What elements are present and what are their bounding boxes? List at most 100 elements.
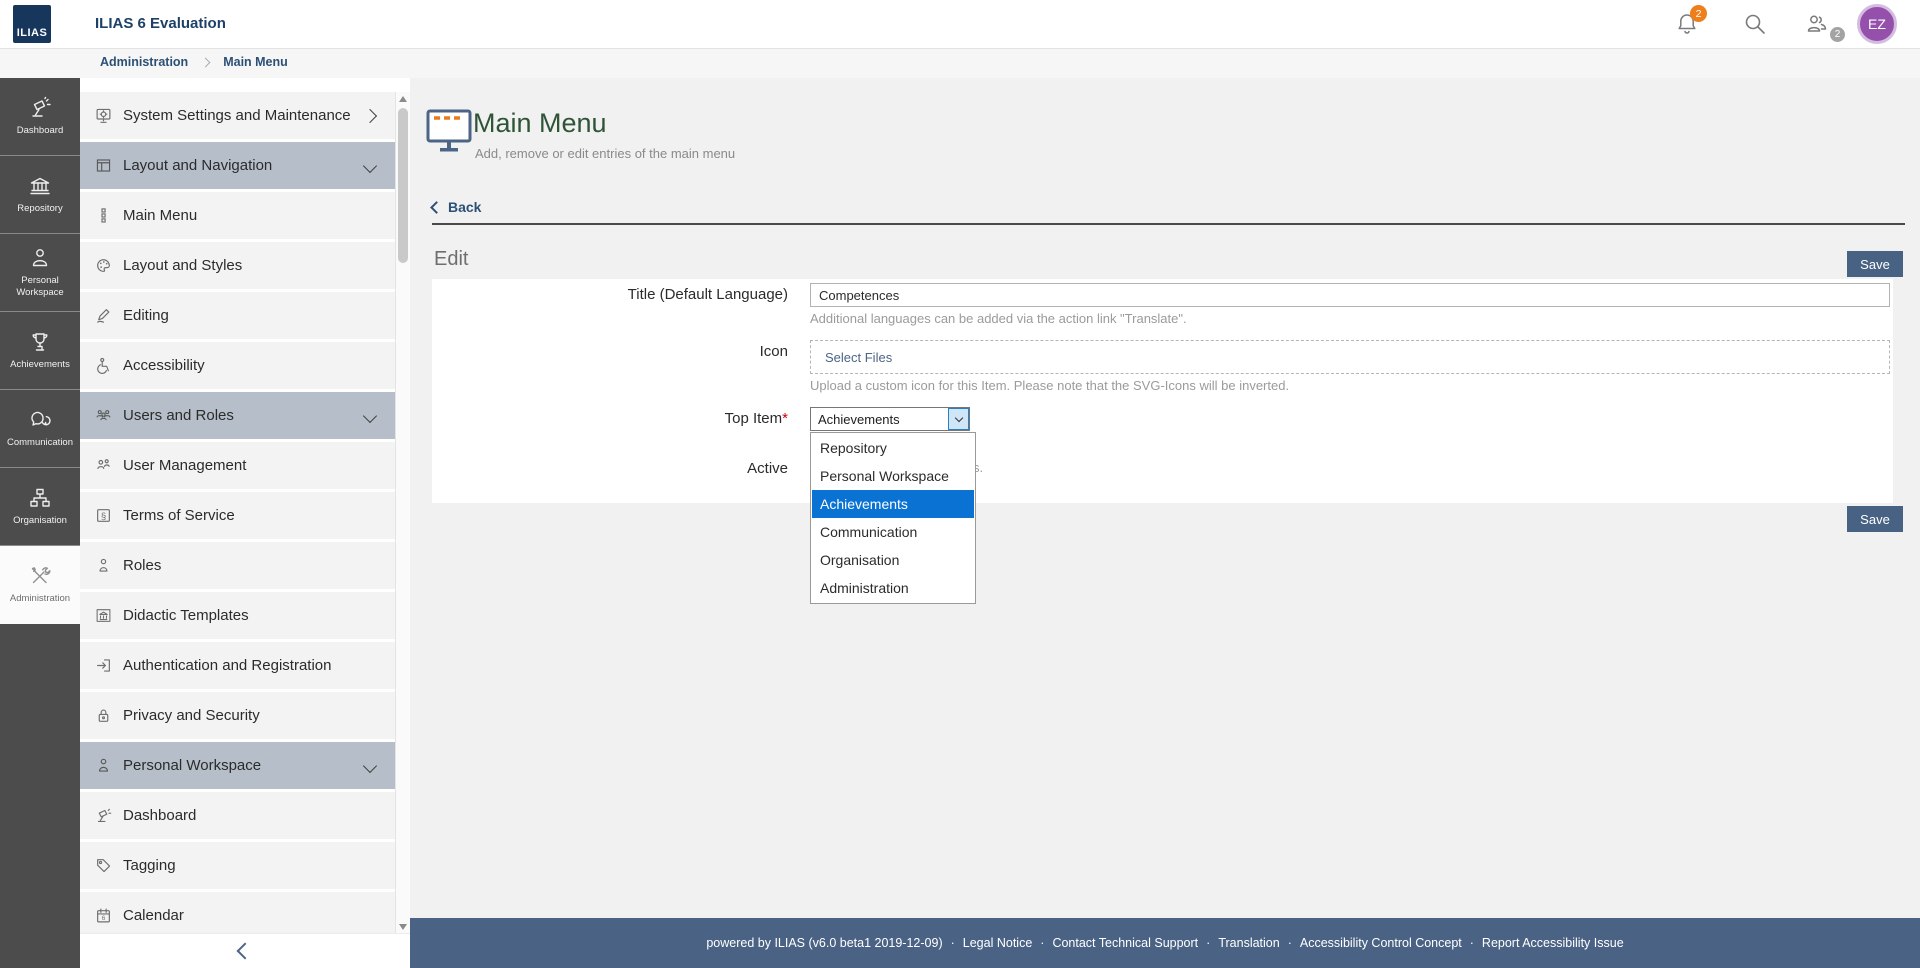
sidebar-item-label: Editing (123, 307, 169, 324)
top-item-select[interactable]: Achievements (810, 407, 970, 431)
main-menu-monitor-icon (425, 108, 473, 154)
admin-sidebar: System Settings and Maintenance Layout a… (80, 78, 410, 968)
top-item-select-wrap: Achievements Repository Personal Workspa… (810, 407, 970, 431)
select-dropdown-button[interactable] (948, 408, 969, 430)
rail-item-organisation[interactable]: Organisation (0, 468, 80, 546)
calendar-icon: 6 (94, 907, 112, 924)
select-files-button[interactable]: Select Files (825, 350, 892, 365)
scrollbar-up-arrow[interactable] (399, 96, 407, 102)
title-field-label: Title (Default Language) (432, 283, 810, 303)
footer-separator: · (1288, 936, 1292, 950)
sidebar-item-user-management[interactable]: User Management (80, 442, 395, 489)
sidebar-scroll-area: System Settings and Maintenance Layout a… (80, 92, 410, 934)
rail-label: Administration (10, 593, 70, 605)
role-person-icon (94, 557, 112, 574)
lock-icon (94, 707, 112, 724)
save-button-bottom[interactable]: Save (1847, 506, 1903, 532)
sidebar-item-users-and-roles[interactable]: Users and Roles (80, 392, 395, 439)
option-organisation[interactable]: Organisation (812, 546, 974, 574)
user-avatar[interactable]: EZ (1857, 4, 1897, 44)
sidebar-item-main-menu[interactable]: Main Menu (80, 192, 395, 239)
sidebar-item-dashboard[interactable]: Dashboard (80, 792, 395, 839)
top-item-field-label: Top Item* (432, 407, 810, 427)
sidebar-item-layout-and-navigation[interactable]: Layout and Navigation (80, 142, 395, 189)
rail-label: Dashboard (17, 125, 63, 137)
footer-link-translation[interactable]: Translation (1218, 936, 1279, 950)
back-link[interactable]: Back (432, 199, 481, 215)
sidebar-item-label: User Management (123, 457, 246, 474)
breadcrumb-administration[interactable]: Administration (100, 55, 188, 69)
sidebar-item-terms-of-service[interactable]: § Terms of Service (80, 492, 395, 539)
sidebar-item-roles[interactable]: Roles (80, 542, 395, 589)
chevron-down-icon (363, 158, 377, 172)
breadcrumb-bar: Administration Main Menu (0, 48, 1920, 78)
notifications-count-badge: 2 (1690, 5, 1707, 22)
save-button-top[interactable]: Save (1847, 251, 1903, 277)
sidebar-scrollbar (395, 92, 410, 934)
rail-item-achievements[interactable]: Achievements (0, 312, 80, 390)
rail-label: Personal Workspace (4, 275, 76, 299)
sidebar-item-label: Tagging (123, 857, 176, 874)
form-row-top-item: Top Item* Achievements Repository Person… (432, 407, 1893, 431)
chevron-right-icon (363, 108, 377, 122)
sidebar-item-didactic-templates[interactable]: Didactic Templates (80, 592, 395, 639)
icon-field-hint: Upload a custom icon for this Item. Plea… (810, 378, 1893, 393)
required-marker: * (782, 410, 788, 427)
chevron-down-icon (363, 408, 377, 422)
form-row-icon: Icon Select Files Upload a custom icon f… (432, 340, 1893, 407)
footer-link-legal-notice[interactable]: Legal Notice (963, 936, 1033, 950)
footer-link-contact-support[interactable]: Contact Technical Support (1052, 936, 1198, 950)
chevron-left-icon (430, 201, 443, 214)
sidebar-item-label: Privacy and Security (123, 707, 260, 724)
sidebar-item-accessibility[interactable]: Accessibility (80, 342, 395, 389)
search-icon[interactable] (1742, 11, 1768, 37)
back-label: Back (448, 199, 481, 215)
title-input[interactable] (810, 283, 1890, 307)
who-is-online-icon[interactable] (1804, 11, 1830, 37)
sidebar-item-label: Didactic Templates (123, 607, 249, 624)
option-communication[interactable]: Communication (812, 518, 974, 546)
breadcrumb-main-menu[interactable]: Main Menu (223, 55, 288, 69)
palette-icon (94, 257, 112, 274)
form-row-active: Active s. (432, 457, 1893, 477)
template-bank-icon (94, 607, 112, 624)
option-repository[interactable]: Repository (812, 434, 974, 462)
rail-item-personal-workspace[interactable]: Personal Workspace (0, 234, 80, 312)
sidebar-item-label: Calendar (123, 907, 184, 924)
main-rail: Dashboard Repository Personal Workspace … (0, 78, 80, 968)
app-title: ILIAS 6 Evaluation (95, 15, 226, 32)
option-administration[interactable]: Administration (812, 574, 974, 602)
rail-label: Organisation (13, 515, 67, 527)
sidebar-item-personal-workspace[interactable]: Personal Workspace (80, 742, 395, 789)
scrollbar-down-arrow[interactable] (399, 924, 407, 930)
top-bar: ILIAS ILIAS 6 Evaluation 2 2 EZ (0, 0, 1920, 49)
toolbar-divider (432, 223, 1905, 225)
pen-icon (94, 307, 112, 324)
option-achievements[interactable]: Achievements (812, 490, 974, 518)
calendar-day-glyph: 6 (101, 915, 105, 922)
footer-link-accessibility-concept[interactable]: Accessibility Control Concept (1300, 936, 1462, 950)
login-arrow-icon (94, 657, 112, 674)
layout-icon (94, 157, 112, 174)
rail-item-repository[interactable]: Repository (0, 156, 80, 234)
ilias-logo[interactable]: ILIAS (13, 5, 51, 43)
rail-item-dashboard[interactable]: Dashboard (0, 78, 80, 156)
rail-item-administration[interactable]: Administration (0, 546, 80, 624)
sidebar-item-calendar[interactable]: 6 Calendar (80, 892, 395, 934)
option-personal-workspace[interactable]: Personal Workspace (812, 462, 974, 490)
sidebar-item-label: Terms of Service (123, 507, 235, 524)
sidebar-item-privacy-security[interactable]: Privacy and Security (80, 692, 395, 739)
sidebar-collapse-button[interactable] (80, 933, 410, 968)
footer: powered by ILIAS (v6.0 beta1 2019-12-09)… (410, 918, 1920, 968)
footer-link-report-accessibility[interactable]: Report Accessibility Issue (1482, 936, 1624, 950)
sidebar-item-editing[interactable]: Editing (80, 292, 395, 339)
sidebar-item-tagging[interactable]: Tagging (80, 842, 395, 889)
rail-item-communication[interactable]: Communication (0, 390, 80, 468)
person-icon (28, 246, 52, 270)
main-content: Main Menu Add, remove or edit entries of… (410, 78, 1920, 918)
sidebar-item-layout-and-styles[interactable]: Layout and Styles (80, 242, 395, 289)
scrollbar-thumb[interactable] (398, 108, 408, 263)
sidebar-item-system-settings[interactable]: System Settings and Maintenance (80, 92, 395, 139)
file-dropzone[interactable]: Select Files (810, 340, 1890, 374)
sidebar-item-authentication[interactable]: Authentication and Registration (80, 642, 395, 689)
